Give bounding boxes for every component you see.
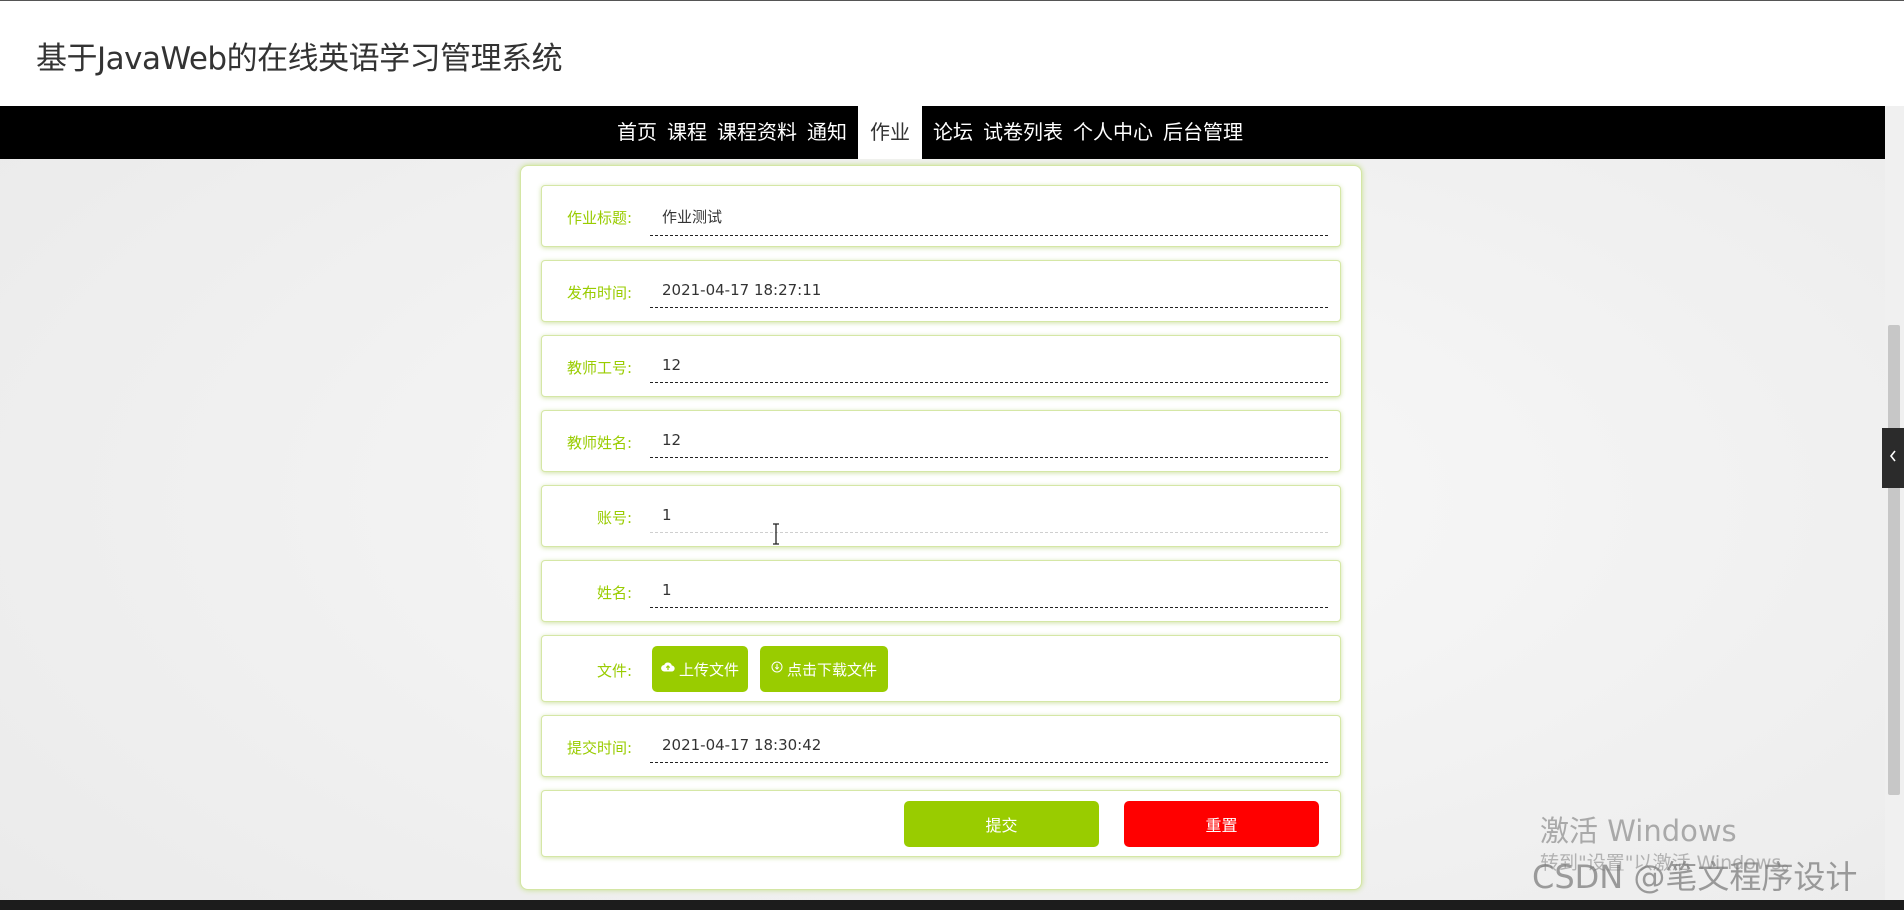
form-row-name: 姓名: 1 xyxy=(541,560,1341,622)
submit-button[interactable]: 提交 xyxy=(904,801,1099,847)
download-circle-icon xyxy=(771,661,783,677)
form-row-account: 账号: 1 xyxy=(541,485,1341,547)
form-row-file: 文件: 上传文件 点击下载文件 xyxy=(541,635,1341,702)
form-row-teacher-name: 教师姓名: 12 xyxy=(541,410,1341,472)
field-value-teacher-id[interactable]: 12 xyxy=(650,356,1328,383)
form-row-actions: 提交 重置 xyxy=(541,790,1341,857)
csdn-watermark: CSDN @笔文程序设计 xyxy=(1532,858,1858,896)
field-value-publish-time[interactable]: 2021-04-17 18:27:11 xyxy=(650,281,1328,308)
chevron-left-icon xyxy=(1888,448,1898,467)
text-cursor-icon xyxy=(771,523,783,545)
nav-item-notice[interactable]: 通知 xyxy=(802,106,852,159)
upload-file-button[interactable]: 上传文件 xyxy=(652,646,748,692)
field-label-publish-time: 发布时间: xyxy=(566,284,632,302)
download-file-button[interactable]: 点击下载文件 xyxy=(760,646,888,692)
field-label-name: 姓名: xyxy=(596,584,632,602)
nav-item-personal-center[interactable]: 个人中心 xyxy=(1068,106,1158,159)
nav-item-homework[interactable]: 作业 xyxy=(858,106,922,159)
cloud-upload-icon xyxy=(661,661,675,677)
field-label-teacher-id: 教师工号: xyxy=(566,359,632,377)
windows-activation-watermark: 激活 Windows xyxy=(1540,814,1737,848)
field-value-teacher-name[interactable]: 12 xyxy=(650,431,1328,458)
field-label-title: 作业标题: xyxy=(566,209,632,227)
form-row-publish-time: 发布时间: 2021-04-17 18:27:11 xyxy=(541,260,1341,322)
field-value-title[interactable]: 作业测试 xyxy=(650,206,1328,236)
taskbar xyxy=(0,900,1904,910)
nav-item-forum[interactable]: 论坛 xyxy=(928,106,978,159)
reset-button[interactable]: 重置 xyxy=(1124,801,1319,847)
field-value-account[interactable]: 1 xyxy=(650,506,1328,533)
nav-item-course[interactable]: 课程 xyxy=(662,106,712,159)
homework-form-panel: 作业标题: 作业测试 发布时间: 2021-04-17 18:27:11 教师工… xyxy=(520,165,1362,890)
form-row-teacher-id: 教师工号: 12 xyxy=(541,335,1341,397)
site-header: 基于JavaWeb的在线英语学习管理系统 xyxy=(0,1,1904,106)
side-collapse-tab[interactable] xyxy=(1882,428,1904,488)
nav-item-exam-list[interactable]: 试卷列表 xyxy=(978,106,1068,159)
field-label-account: 账号: xyxy=(596,509,632,527)
field-label-teacher-name: 教师姓名: xyxy=(566,434,632,452)
download-file-label: 点击下载文件 xyxy=(786,660,877,679)
field-value-submit-time[interactable]: 2021-04-17 18:30:42 xyxy=(650,736,1328,763)
upload-file-label: 上传文件 xyxy=(678,660,739,679)
field-value-name[interactable]: 1 xyxy=(650,581,1328,608)
nav-list: 首页 课程 课程资料 通知 作业 论坛 试卷列表 个人中心 后台管理 xyxy=(612,106,1248,159)
form-row-submit-time: 提交时间: 2021-04-17 18:30:42 xyxy=(541,715,1341,777)
scrollbar-thumb[interactable] xyxy=(1888,325,1900,795)
nav-item-home[interactable]: 首页 xyxy=(612,106,662,159)
field-label-submit-time: 提交时间: xyxy=(566,739,632,757)
site-title: 基于JavaWeb的在线英语学习管理系统 xyxy=(36,41,563,77)
form-row-title: 作业标题: 作业测试 xyxy=(541,185,1341,247)
main-navbar: 首页 课程 课程资料 通知 作业 论坛 试卷列表 个人中心 后台管理 xyxy=(0,106,1885,159)
field-label-file: 文件: xyxy=(596,662,632,680)
nav-item-course-materials[interactable]: 课程资料 xyxy=(712,106,802,159)
nav-item-admin[interactable]: 后台管理 xyxy=(1158,106,1248,159)
